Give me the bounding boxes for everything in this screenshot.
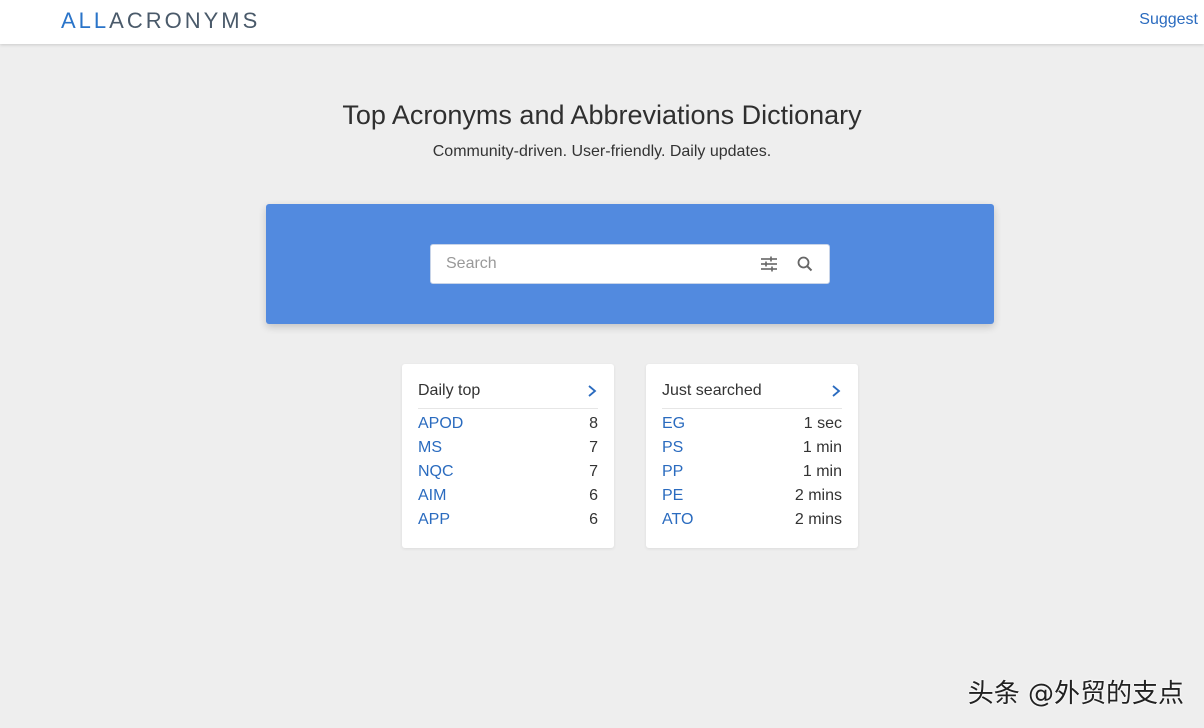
site-logo[interactable]: ALLACRONYMS bbox=[61, 8, 260, 34]
time-ago: 1 min bbox=[802, 463, 842, 480]
acronym-link[interactable]: EG bbox=[662, 415, 685, 433]
search-input[interactable] bbox=[431, 245, 771, 283]
suggest-link[interactable]: Suggest bbox=[1139, 11, 1198, 29]
search-box bbox=[430, 244, 830, 284]
list-item: EG 1 sec bbox=[662, 414, 842, 438]
watermark-text: 头条 @外贸的支点 bbox=[967, 679, 1184, 709]
acronym-link[interactable]: PE bbox=[662, 487, 683, 505]
list-item: APP 6 bbox=[418, 510, 598, 534]
time-ago: 1 min bbox=[802, 439, 842, 456]
list-item: ATO 2 mins bbox=[662, 510, 842, 534]
acronym-link[interactable]: APP bbox=[418, 511, 450, 529]
just-searched-title: Just searched bbox=[662, 382, 762, 399]
acronym-link[interactable]: APOD bbox=[418, 415, 463, 433]
count: 8 bbox=[589, 415, 598, 432]
list-item: NQC 7 bbox=[418, 462, 598, 486]
logo-main: ACRONYMS bbox=[109, 8, 261, 33]
count: 7 bbox=[589, 463, 598, 480]
daily-top-header: Daily top bbox=[418, 380, 598, 409]
acronym-link[interactable]: AIM bbox=[418, 487, 446, 505]
list-item: APOD 8 bbox=[418, 414, 598, 438]
list-item: PE 2 mins bbox=[662, 486, 842, 510]
chevron-right-icon[interactable] bbox=[586, 384, 598, 398]
chevron-right-icon[interactable] bbox=[830, 384, 842, 398]
count: 6 bbox=[589, 511, 598, 528]
top-bar: ALLACRONYMS Suggest bbox=[0, 0, 1204, 44]
page-title: Top Acronyms and Abbreviations Dictionar… bbox=[342, 100, 862, 130]
list-item: PP 1 min bbox=[662, 462, 842, 486]
magnifier-icon[interactable] bbox=[797, 256, 813, 272]
time-ago: 2 mins bbox=[794, 511, 842, 528]
list-item: AIM 6 bbox=[418, 486, 598, 510]
acronym-link[interactable]: PP bbox=[662, 463, 683, 481]
list-item: PS 1 min bbox=[662, 438, 842, 462]
page-subtitle: Community-driven. User-friendly. Daily u… bbox=[432, 143, 772, 160]
daily-top-card: Daily top APOD 8 MS 7 NQC 7 AIM 6 APP 6 bbox=[402, 364, 614, 548]
just-searched-list: EG 1 sec PS 1 min PP 1 min PE 2 mins ATO 2 mi… bbox=[662, 414, 842, 534]
time-ago: 1 sec bbox=[803, 415, 842, 432]
acronym-link[interactable]: NQC bbox=[418, 463, 454, 481]
daily-top-list: APOD 8 MS 7 NQC 7 AIM 6 APP 6 bbox=[418, 414, 598, 534]
acronym-link[interactable]: PS bbox=[662, 439, 683, 457]
acronym-link[interactable]: MS bbox=[418, 439, 442, 457]
acronym-link[interactable]: ATO bbox=[662, 511, 693, 529]
just-searched-header: Just searched bbox=[662, 380, 842, 409]
count: 7 bbox=[589, 439, 598, 456]
time-ago: 2 mins bbox=[794, 487, 842, 504]
list-item: MS 7 bbox=[418, 438, 598, 462]
sliders-icon[interactable] bbox=[760, 256, 778, 272]
daily-top-title: Daily top bbox=[418, 382, 481, 399]
logo-prefix: ALL bbox=[61, 8, 110, 33]
just-searched-card: Just searched EG 1 sec PS 1 min PP 1 min PE… bbox=[646, 364, 858, 548]
search-panel bbox=[266, 204, 994, 324]
count: 6 bbox=[589, 487, 598, 504]
